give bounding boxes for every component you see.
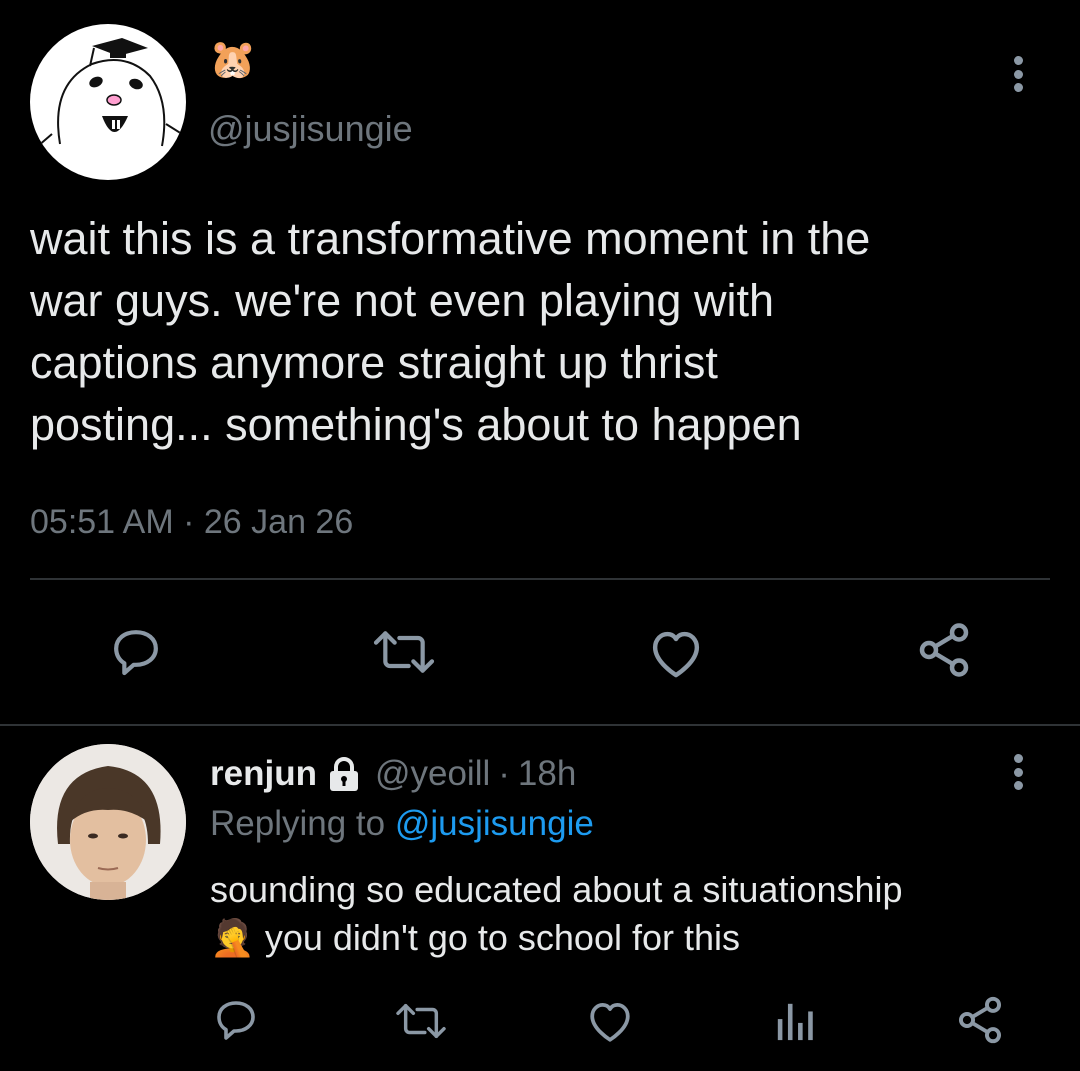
person-photo <box>30 744 186 900</box>
like-icon[interactable] <box>646 626 706 680</box>
tweet-text-line: captions anymore straight up thrist <box>30 337 718 388</box>
tweet-timestamp[interactable]: 05:51 AM · 26 Jan 26 <box>30 502 353 542</box>
share-icon[interactable] <box>914 620 974 680</box>
section-divider <box>0 724 1080 726</box>
more-options-icon[interactable] <box>1012 56 1024 92</box>
reply-retweet-icon[interactable] <box>390 998 452 1044</box>
reply-reply-icon[interactable] <box>212 996 260 1044</box>
lock-icon <box>327 756 361 792</box>
replying-to-label: Replying to <box>210 804 386 843</box>
tweet-text-line: war guys. we're not even playing with <box>30 275 774 326</box>
display-name-emoji: 🐹 <box>209 39 257 81</box>
reply-avatar[interactable] <box>30 744 186 900</box>
replying-to-handle[interactable]: @jusjisungie <box>395 804 594 843</box>
analytics-icon[interactable] <box>772 1000 818 1042</box>
reply-header: renjun @yeoill · 18h <box>210 752 576 796</box>
reply-icon[interactable] <box>108 624 164 680</box>
hamster-drawing <box>37 38 183 147</box>
reply-text-line-2: 🤦 you didn't go to school for this <box>210 914 1070 962</box>
reply-like-icon[interactable] <box>584 998 636 1044</box>
replying-to: Replying to @jusjisungie <box>210 802 594 846</box>
reply-share-icon[interactable] <box>954 994 1006 1046</box>
tweet-date: 26 Jan 26 <box>203 503 354 541</box>
author-avatar[interactable] <box>30 24 186 180</box>
timestamp-separator: · <box>183 503 195 541</box>
tweet-text: wait this is a transformative moment in … <box>30 208 1070 456</box>
reply-separator: · <box>498 754 510 793</box>
reply-display-name[interactable]: renjun <box>210 752 317 796</box>
reply-text-continuation: you didn't go to school for this <box>264 917 740 958</box>
retweet-icon[interactable] <box>366 624 442 680</box>
reply-more-options-icon[interactable] <box>1012 754 1024 790</box>
divider <box>30 578 1050 580</box>
facepalm-emoji: 🤦 <box>210 917 255 958</box>
tweet-text-line: posting... something's about to happen <box>30 399 802 450</box>
tweet-time: 05:51 AM <box>30 503 174 541</box>
reply-age: 18h <box>517 754 577 793</box>
reply-text-line: sounding so educated about a situationsh… <box>210 869 903 910</box>
tweet-text-line: wait this is a transformative moment in … <box>30 213 871 264</box>
reply-text: sounding so educated about a situationsh… <box>210 866 1070 962</box>
author-handle[interactable]: @jusjisungie <box>208 108 413 150</box>
reply-handle[interactable]: @yeoill <box>375 752 490 796</box>
